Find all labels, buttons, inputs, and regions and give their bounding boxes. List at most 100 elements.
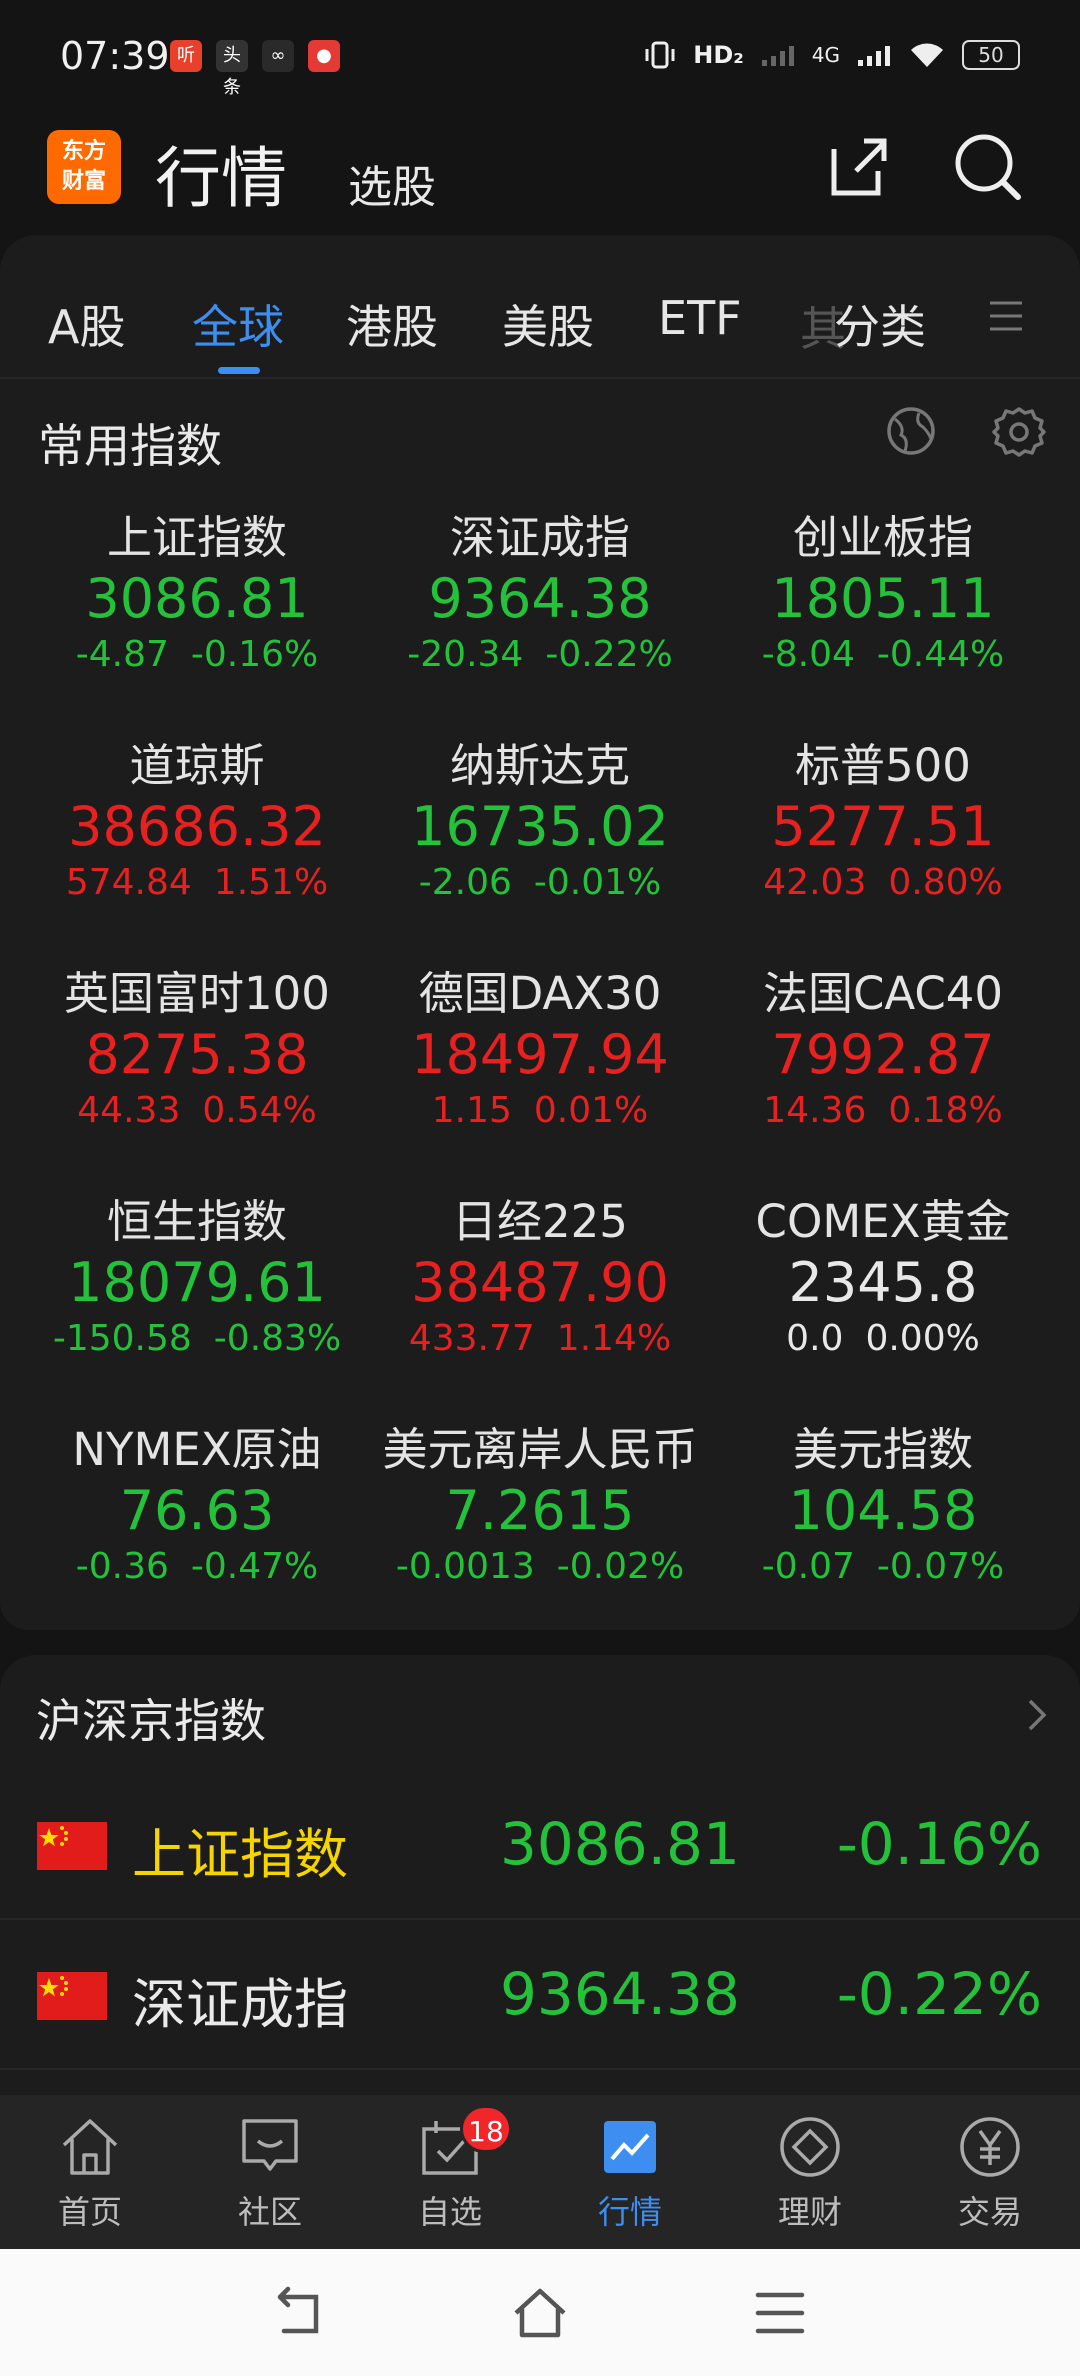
common-indices-title: 常用指数: [38, 419, 222, 473]
network-type: 4G: [811, 43, 840, 67]
index-name: 深证成指: [449, 511, 630, 564]
app-logo[interactable]: 东方 财富: [47, 130, 121, 204]
nav-home[interactable]: 首页: [0, 2113, 180, 2233]
tab-global[interactable]: 全球: [192, 291, 284, 357]
index-price: 38686.32: [68, 795, 326, 858]
index-change: 44.33: [77, 1090, 181, 1131]
nav-watchlist[interactable]: 18 自选: [360, 2105, 540, 2233]
index-name: NYMEX原油: [72, 1423, 322, 1476]
index-card[interactable]: 法国CAC40 7992.87 14.36 0.18%: [713, 966, 1053, 1134]
stock-picker-link[interactable]: 选股: [348, 151, 436, 215]
index-name: 德国DAX30: [418, 967, 662, 1020]
tab-us-stocks[interactable]: 美股: [502, 291, 594, 357]
index-name: 深证成指: [132, 1973, 348, 2036]
status-time: 07:39: [60, 34, 170, 78]
bottom-nav: 首页 社区 18 自选 行情 理财 交易: [0, 2095, 1080, 2249]
globe-icon[interactable]: [885, 405, 937, 457]
index-card[interactable]: 标普500 5277.51 42.03 0.80%: [713, 738, 1053, 906]
page-title: 行情: [155, 140, 287, 217]
index-name: 道琼斯: [129, 739, 265, 792]
ting-app-icon: 听: [170, 40, 202, 72]
index-card[interactable]: COMEX黄金 2345.8 0.0 0.00%: [713, 1194, 1053, 1362]
index-change: -4.87: [75, 634, 169, 675]
chevron-right-icon[interactable]: [1022, 1695, 1052, 1735]
index-change: -0.07: [761, 1546, 855, 1587]
back-icon[interactable]: [270, 2285, 326, 2341]
list-item[interactable]: 深证成指 9364.38 -0.22%: [0, 1920, 1080, 2070]
index-card[interactable]: 创业板指 1805.11 -8.04 -0.44%: [713, 510, 1053, 678]
index-change-pct: -0.02%: [556, 1546, 685, 1587]
index-name: 纳斯达克: [449, 739, 630, 792]
wealth-icon: [780, 2117, 840, 2177]
index-change-pct: -0.83%: [213, 1318, 342, 1359]
settings-gear-icon[interactable]: [992, 405, 1046, 459]
index-change-row: 574.84 1.51%: [27, 860, 367, 906]
index-change: -8.04: [761, 634, 855, 675]
active-tab-indicator: [218, 367, 260, 374]
link-app-icon: ∞: [262, 40, 294, 72]
index-name: 上证指数: [132, 1823, 348, 1886]
index-card[interactable]: 英国富时100 8275.38 44.33 0.54%: [27, 966, 367, 1134]
index-card[interactable]: 恒生指数 18079.61 -150.58 -0.83%: [27, 1194, 367, 1362]
index-change-pct: -0.44%: [876, 634, 1005, 675]
index-price: 7.2615: [445, 1479, 635, 1542]
nav-community[interactable]: 社区: [180, 2113, 360, 2233]
index-change-pct: -0.07%: [876, 1546, 1005, 1587]
index-change-pct: -0.16%: [190, 634, 319, 675]
share-icon[interactable]: [820, 129, 896, 205]
index-change-pct: 0.01%: [533, 1090, 649, 1131]
home-button-icon[interactable]: [512, 2285, 568, 2341]
index-change: -0.36: [75, 1546, 169, 1587]
index-card[interactable]: 道琼斯 38686.32 574.84 1.51%: [27, 738, 367, 906]
index-price: 18079.61: [68, 1251, 326, 1314]
index-change-row: 433.77 1.14%: [370, 1316, 710, 1362]
index-change-row: -4.87 -0.16%: [27, 632, 367, 678]
index-name: 美元离岸人民币: [382, 1423, 698, 1476]
index-change-pct: -0.47%: [190, 1546, 319, 1587]
index-price: 2345.8: [788, 1251, 978, 1314]
hs-indices-title[interactable]: 沪深京指数: [36, 1685, 266, 1751]
list-item[interactable]: 上证指数 3086.81 -0.16%: [0, 1770, 1080, 1920]
watchlist-badge: 18: [460, 2105, 512, 2153]
nav-trade[interactable]: 交易: [900, 2113, 1080, 2233]
china-flag-icon: [37, 1972, 107, 2020]
index-card[interactable]: 纳斯达克 16735.02 -2.06 -0.01%: [370, 738, 710, 906]
index-card[interactable]: 美元指数 104.58 -0.07 -0.07%: [713, 1422, 1053, 1590]
nav-market[interactable]: 行情: [540, 2113, 720, 2233]
trade-icon: [960, 2117, 1020, 2177]
index-change-pct: -0.01%: [533, 862, 662, 903]
index-card[interactable]: NYMEX原油 76.63 -0.36 -0.47%: [27, 1422, 367, 1590]
tab-hk-stocks[interactable]: 港股: [346, 291, 438, 357]
index-change-row: -8.04 -0.44%: [713, 632, 1053, 678]
index-price: 38487.90: [411, 1251, 669, 1314]
tab-menu-icon[interactable]: [988, 299, 1024, 333]
index-card[interactable]: 深证成指 9364.38 -20.34 -0.22%: [370, 510, 710, 678]
index-change-row: -150.58 -0.83%: [27, 1316, 367, 1362]
index-card[interactable]: 德国DAX30 18497.94 1.15 0.01%: [370, 966, 710, 1134]
index-name: 日经225: [452, 1195, 628, 1248]
tab-category[interactable]: 分类: [834, 291, 926, 357]
community-icon: [242, 2119, 298, 2171]
nav-wealth[interactable]: 理财: [720, 2113, 900, 2233]
index-name: 上证指数: [106, 511, 287, 564]
index-card[interactable]: 上证指数 3086.81 -4.87 -0.16%: [27, 510, 367, 678]
index-card[interactable]: 美元离岸人民币 7.2615 -0.0013 -0.02%: [370, 1422, 710, 1590]
index-price: 104.58: [788, 1479, 978, 1542]
index-change-row: 42.03 0.80%: [713, 860, 1053, 906]
index-name: 标普500: [795, 739, 971, 792]
menu-icon[interactable]: [752, 2285, 808, 2341]
system-nav-bar: [0, 2249, 1080, 2376]
tab-etf[interactable]: ETF: [658, 291, 742, 345]
hs-indices-panel: 沪深京指数 上证指数 3086.81 -0.16% 深证成指 9364.38 -…: [0, 1655, 1080, 2095]
index-change-pct: 1.14%: [556, 1318, 672, 1359]
nav-market-label: 行情: [597, 2193, 662, 2231]
tab-a-shares[interactable]: A股: [48, 291, 125, 357]
status-app-icons: 听头条 ∞ ●: [170, 40, 340, 98]
nav-home-label: 首页: [57, 2193, 122, 2231]
status-bar: 07:39 听头条 ∞ ● HD₂ 4G 50: [0, 0, 1080, 115]
search-icon[interactable]: [950, 129, 1026, 205]
index-change-row: -0.0013 -0.02%: [370, 1544, 710, 1590]
index-name: 英国富时100: [64, 967, 330, 1020]
status-indicators: HD₂ 4G 50: [643, 38, 1020, 72]
index-card[interactable]: 日经225 38487.90 433.77 1.14%: [370, 1194, 710, 1362]
